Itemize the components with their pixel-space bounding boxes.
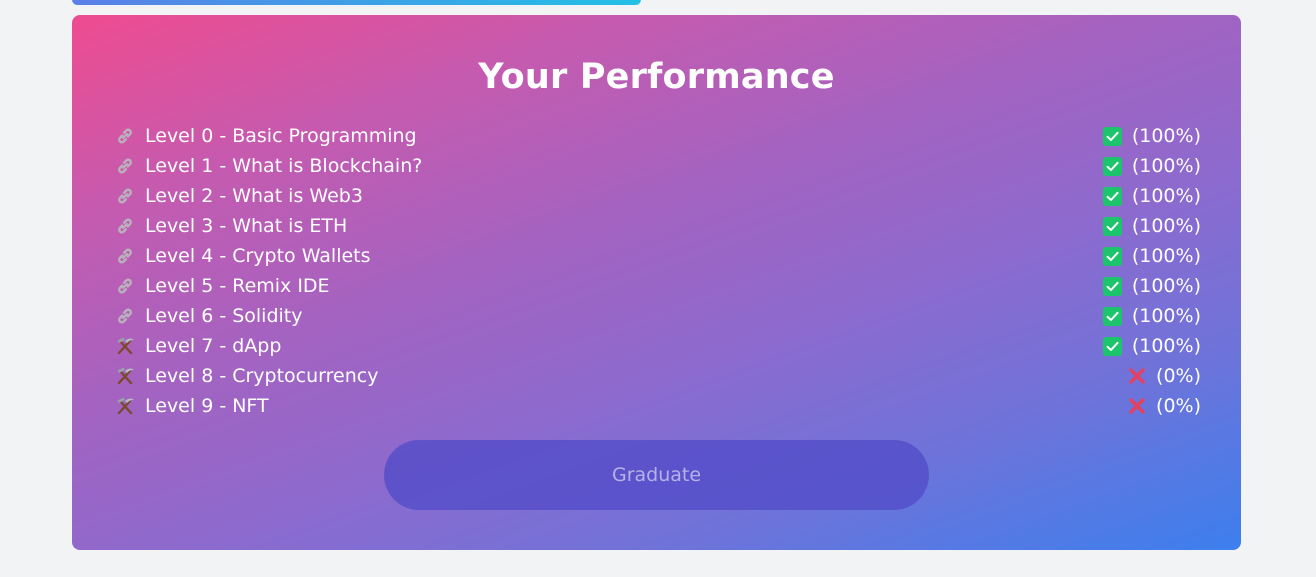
level-result: (100%) bbox=[1102, 185, 1201, 207]
link-icon bbox=[114, 185, 136, 207]
check-icon bbox=[1102, 216, 1122, 236]
level-row[interactable]: Level 0 - Basic Programming (100%) bbox=[114, 121, 1201, 151]
level-result: (100%) bbox=[1102, 305, 1201, 327]
hammer-pick-icon bbox=[114, 365, 136, 387]
check-icon bbox=[1102, 246, 1122, 266]
level-score: (100%) bbox=[1131, 185, 1201, 207]
hammer-pick-icon bbox=[114, 395, 136, 417]
level-info: Level 6 - Solidity bbox=[114, 305, 303, 327]
level-row[interactable]: Level 9 - NFT (0%) bbox=[114, 391, 1201, 421]
level-info: Level 2 - What is Web3 bbox=[114, 185, 363, 207]
level-score: (100%) bbox=[1131, 305, 1201, 327]
level-label: Level 8 - Cryptocurrency bbox=[145, 365, 379, 387]
levels-list: Level 0 - Basic Programming (100%) Level 1… bbox=[114, 121, 1201, 421]
link-icon bbox=[114, 245, 136, 267]
level-row[interactable]: Level 3 - What is ETH (100%) bbox=[114, 211, 1201, 241]
level-row[interactable]: Level 4 - Crypto Wallets (100%) bbox=[114, 241, 1201, 271]
level-info: Level 8 - Cryptocurrency bbox=[114, 365, 378, 387]
level-info: Level 0 - Basic Programming bbox=[114, 125, 417, 147]
level-row[interactable]: Level 1 - What is Blockchain? (100%) bbox=[114, 151, 1201, 181]
level-result: (100%) bbox=[1102, 125, 1201, 147]
cross-icon bbox=[1126, 395, 1148, 417]
check-icon bbox=[1102, 186, 1122, 206]
level-row[interactable]: Level 8 - Cryptocurrency (0%) bbox=[114, 361, 1201, 391]
top-progress-bar bbox=[72, 0, 641, 5]
level-info: Level 7 - dApp bbox=[114, 335, 281, 357]
page-title: Your Performance bbox=[478, 57, 835, 97]
level-row[interactable]: Level 6 - Solidity (100%) bbox=[114, 301, 1201, 331]
level-result: (100%) bbox=[1102, 215, 1201, 237]
cross-icon bbox=[1126, 365, 1148, 387]
level-result: (100%) bbox=[1102, 335, 1201, 357]
check-icon bbox=[1102, 276, 1122, 296]
check-icon bbox=[1102, 156, 1122, 176]
level-result: (0%) bbox=[1126, 365, 1201, 387]
level-score: (0%) bbox=[1156, 365, 1201, 387]
level-label: Level 6 - Solidity bbox=[145, 305, 303, 327]
graduate-button[interactable]: Graduate bbox=[384, 440, 929, 510]
level-result: (100%) bbox=[1102, 155, 1201, 177]
level-row[interactable]: Level 7 - dApp (100%) bbox=[114, 331, 1201, 361]
check-icon bbox=[1102, 306, 1122, 326]
level-row[interactable]: Level 5 - Remix IDE (100%) bbox=[114, 271, 1201, 301]
level-info: Level 4 - Crypto Wallets bbox=[114, 245, 371, 267]
level-score: (100%) bbox=[1131, 155, 1201, 177]
level-score: (100%) bbox=[1131, 335, 1201, 357]
level-info: Level 9 - NFT bbox=[114, 395, 269, 417]
level-row[interactable]: Level 2 - What is Web3 (100%) bbox=[114, 181, 1201, 211]
hammer-pick-icon bbox=[114, 335, 136, 357]
performance-card: Your Performance Level 0 - Basic Program… bbox=[72, 15, 1241, 550]
link-icon bbox=[114, 125, 136, 147]
level-label: Level 7 - dApp bbox=[145, 335, 282, 357]
level-score: (100%) bbox=[1131, 215, 1201, 237]
check-icon bbox=[1102, 126, 1122, 146]
level-label: Level 3 - What is ETH bbox=[145, 215, 348, 237]
level-label: Level 2 - What is Web3 bbox=[145, 185, 363, 207]
level-label: Level 9 - NFT bbox=[145, 395, 269, 417]
level-label: Level 5 - Remix IDE bbox=[145, 275, 330, 297]
link-icon bbox=[114, 215, 136, 237]
level-label: Level 4 - Crypto Wallets bbox=[145, 245, 371, 267]
level-info: Level 1 - What is Blockchain? bbox=[114, 155, 422, 177]
check-icon bbox=[1102, 336, 1122, 356]
link-icon bbox=[114, 305, 136, 327]
level-label: Level 1 - What is Blockchain? bbox=[145, 155, 423, 177]
level-result: (100%) bbox=[1102, 275, 1201, 297]
level-score: (100%) bbox=[1131, 245, 1201, 267]
level-score: (100%) bbox=[1131, 125, 1201, 147]
level-info: Level 3 - What is ETH bbox=[114, 215, 347, 237]
link-icon bbox=[114, 155, 136, 177]
level-info: Level 5 - Remix IDE bbox=[114, 275, 330, 297]
level-result: (100%) bbox=[1102, 245, 1201, 267]
link-icon bbox=[114, 275, 136, 297]
level-score: (0%) bbox=[1156, 395, 1201, 417]
level-label: Level 0 - Basic Programming bbox=[145, 125, 417, 147]
level-result: (0%) bbox=[1126, 395, 1201, 417]
level-score: (100%) bbox=[1131, 275, 1201, 297]
